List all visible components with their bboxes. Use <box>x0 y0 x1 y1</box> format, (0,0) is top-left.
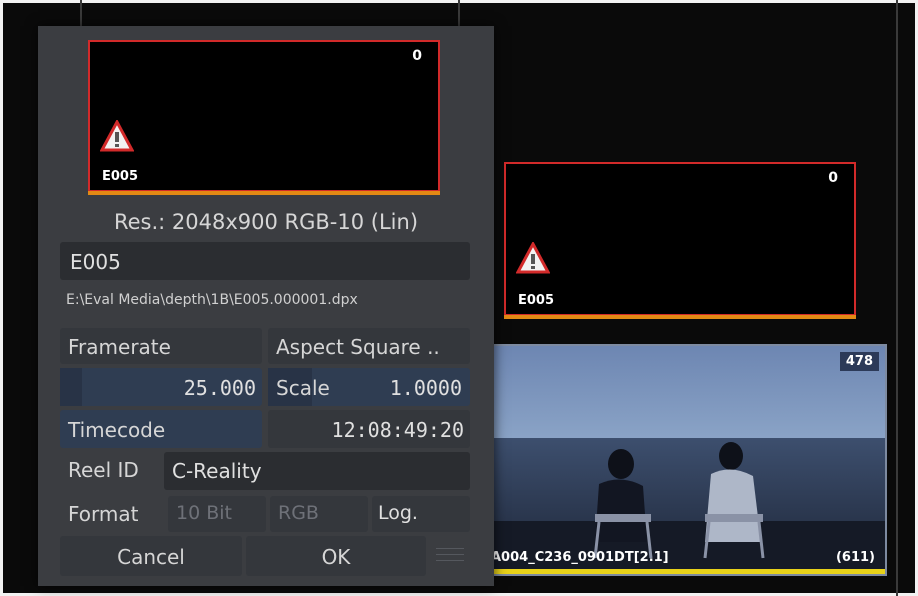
clip-thumbnail-e005[interactable]: 0 E005 <box>504 162 856 319</box>
aspect-dropdown[interactable]: Aspect Square .. <box>268 328 470 364</box>
dialog-preview: 0 E005 <box>88 40 440 195</box>
format-option-log[interactable]: Log. <box>372 496 470 532</box>
format-option-label: RGB <box>278 502 319 524</box>
timecode-label-cell: Timecode <box>60 410 262 448</box>
timecode-label: Timecode <box>68 418 166 442</box>
aspect-value: Aspect Square .. <box>276 335 440 359</box>
clip-thumbnail-a004[interactable]: 478 A004_C236_0901DT[2.1] (611) <box>489 344 887 576</box>
framerate-label-cell: Framerate <box>60 328 262 364</box>
format-option-label: 10 Bit <box>176 502 232 524</box>
framerate-value: 25.000 <box>183 376 256 400</box>
clip-status-bar <box>504 315 856 319</box>
resolution-label: Res.: 2048x900 RGB-10 (Lin) <box>113 210 419 234</box>
scale-value: 1.0000 <box>389 376 462 400</box>
preview-frame-count: 0 <box>412 48 422 64</box>
clip-properties-dialog: 0 E005 Res.: 2048x900 RGB-10 (Lin) E005 … <box>38 26 494 586</box>
cancel-button-label: Cancel <box>117 545 185 569</box>
resize-grip-icon[interactable] <box>430 536 470 576</box>
clip-frame-count: 478 <box>839 352 879 371</box>
clip-name: E005 <box>518 293 555 308</box>
clip-status-bar <box>491 569 885 574</box>
ok-button-label: OK <box>321 545 351 569</box>
format-label: Format <box>68 502 139 526</box>
format-option-rgb[interactable]: RGB <box>270 496 368 532</box>
warning-icon <box>516 242 550 274</box>
preview-name: E005 <box>102 169 139 184</box>
timecode-field[interactable]: 12:08:49:20 <box>268 410 470 448</box>
ok-button[interactable]: OK <box>246 536 426 576</box>
clip-name: A004_C236_0901DT[2.1] <box>491 550 669 565</box>
divider-line <box>896 0 898 596</box>
clip-frame-count: 0 <box>828 170 838 186</box>
clip-name-value: E005 <box>70 250 121 274</box>
file-path: E:\Eval Media\depth\1B\E005.000001.dpx <box>66 292 358 308</box>
cancel-button[interactable]: Cancel <box>60 536 242 576</box>
scale-label: Scale <box>276 376 330 400</box>
framerate-label: Framerate <box>68 335 171 359</box>
timecode-value: 12:08:49:20 <box>331 418 464 442</box>
reel-id-field[interactable]: C-Reality <box>164 452 470 490</box>
warning-icon <box>100 120 134 152</box>
framerate-slider-handle[interactable] <box>60 368 82 406</box>
clip-name-field[interactable]: E005 <box>60 242 470 280</box>
clip-image <box>491 346 885 574</box>
framerate-field[interactable]: 25.000 <box>60 368 262 406</box>
reel-id-label: Reel ID <box>68 458 139 482</box>
format-option-10bit[interactable]: 10 Bit <box>168 496 266 532</box>
format-option-label: Log. <box>378 502 418 524</box>
preview-status-bar <box>88 191 440 195</box>
scale-field[interactable]: Scale 1.0000 <box>268 368 470 406</box>
reel-id-value: C-Reality <box>172 459 262 483</box>
clip-total-frames: (611) <box>835 550 875 565</box>
